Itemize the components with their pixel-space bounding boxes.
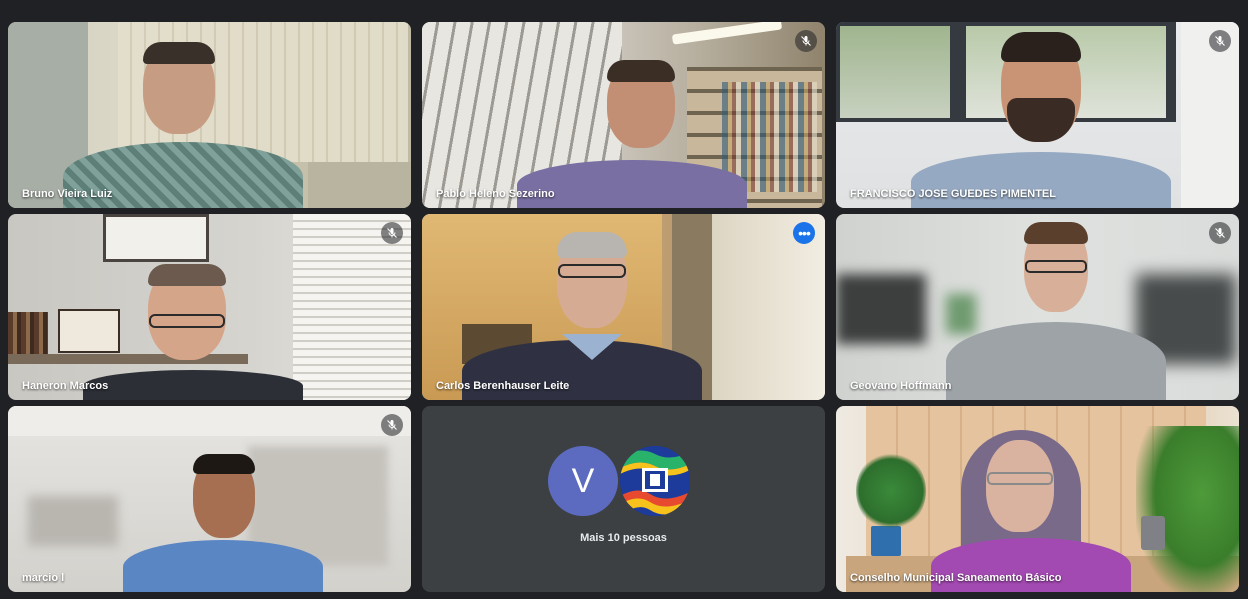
video-feed [8,406,411,592]
participant-tile-carlos-berenhauser-leite[interactable]: ••• Carlos Berenhauser Leite [422,214,825,400]
participant-tile-pablo-heleno-sezerino[interactable]: Pablo Heleno Sezerino [422,22,825,208]
mic-off-icon [381,414,403,436]
participant-name: Pablo Heleno Sezerino [436,188,555,200]
video-feed [422,22,825,208]
participant-name: Geovano Hoffmann [850,380,952,392]
video-feed [422,214,825,400]
video-feed [836,214,1239,400]
participant-name: marcio l [22,572,65,584]
participant-avatars: V [548,446,708,516]
mic-off-icon [1209,30,1231,52]
participant-name: Conselho Municipal Saneamento Básico [850,572,1062,584]
video-feed [836,22,1239,208]
participant-name: Carlos Berenhauser Leite [436,380,570,392]
participant-tile-marcio-l[interactable]: marcio l [8,406,411,592]
participant-name: FRANCISCO JOSE GUEDES PIMENTEL [850,188,1056,200]
video-feed [8,214,411,400]
participant-tile-haneron-marcos[interactable]: Haneron Marcos [8,214,411,400]
participant-name: Bruno Vieira Luiz [22,188,113,200]
video-feed [836,406,1239,592]
participant-name: Haneron Marcos [22,380,109,392]
mic-off-icon [1209,222,1231,244]
participant-tile-conselho-municipal[interactable]: Conselho Municipal Saneamento Básico [836,406,1239,592]
mic-off-icon [795,30,817,52]
avatar: V [548,446,618,516]
mic-off-icon [381,222,403,244]
municipal-logo-avatar [620,446,690,516]
more-people-label: Mais 10 pessoas [580,532,667,544]
participant-tile-bruno-vieira-luiz[interactable]: Bruno Vieira Luiz [8,22,411,208]
video-feed [8,22,411,208]
more-participants-tile[interactable]: V Mais 10 pessoas [422,406,825,592]
more-options-icon[interactable]: ••• [793,222,815,244]
participant-tile-francisco-jose-guedes-pimentel[interactable]: FRANCISCO JOSE GUEDES PIMENTEL [836,22,1239,208]
participant-tile-geovano-hoffmann[interactable]: Geovano Hoffmann [836,214,1239,400]
top-bar [0,0,1248,10]
participant-grid: Bruno Vieira Luiz Pablo Heleno Sezerino [8,22,1240,592]
